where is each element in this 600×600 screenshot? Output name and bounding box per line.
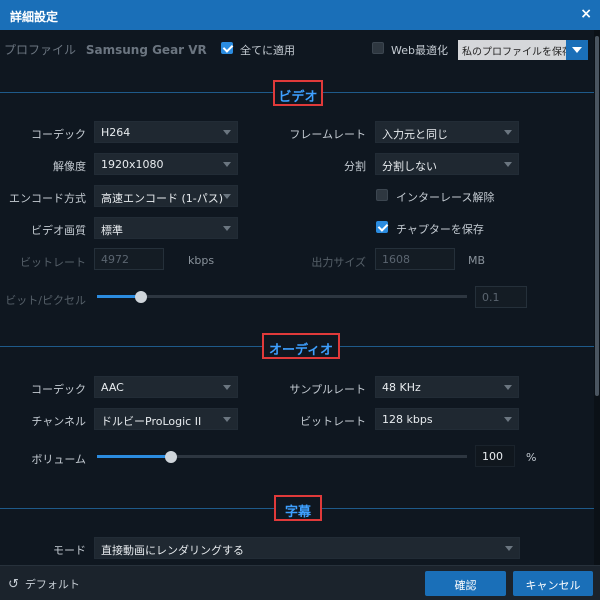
subtitle-mode-dropdown[interactable]: 直接動画にレンダリングする [94,537,520,559]
chevron-down-icon [223,162,231,167]
output-size-label: 出力サイズ [311,256,366,269]
video-section-title: ビデオ [273,80,323,106]
save-chapters-checkbox[interactable] [376,221,388,233]
subtitle-mode-value: 直接動画にレンダリングする [101,544,244,557]
split-dropdown[interactable]: 分割しない [375,153,519,175]
default-button-label: デフォルト [24,578,80,591]
chevron-down-icon [223,417,231,422]
audio-codec-dropdown[interactable]: AAC [94,376,238,398]
title-bar: 詳細設定 × [0,0,600,30]
framerate-value: 入力元と同じ [382,128,448,141]
video-codec-dropdown[interactable]: H264 [94,121,238,143]
encode-method-value: 高速エンコード (1-パス) [101,192,224,205]
encode-method-dropdown[interactable]: 高速エンコード (1-パス) [94,185,238,207]
chevron-down-icon [505,546,513,551]
window-title: 詳細設定 [10,10,59,24]
chevron-down-icon [504,130,512,135]
reset-icon: ↺ [8,577,19,592]
web-optimize-label: Web最適化 [391,44,448,57]
audio-codec-value: AAC [101,381,124,394]
video-quality-value: 標準 [101,224,123,237]
deinterlace-checkbox[interactable] [376,189,388,201]
split-label: 分割 [344,160,366,173]
volume-fill [97,455,171,458]
audio-bitrate-label: ビットレート [300,415,366,428]
default-button[interactable]: ↺ デフォルト [8,576,80,592]
apply-all-label: 全てに適用 [240,44,295,57]
bits-per-pixel-knob[interactable] [135,291,147,303]
bits-per-pixel-label: ビット/ピクセル [5,294,86,307]
bits-per-pixel-track[interactable] [97,295,467,298]
samplerate-dropdown[interactable]: 48 KHz [375,376,519,398]
audio-codec-label: コーデック [31,383,86,396]
subtitle-section-title: 字幕 [274,495,322,521]
chevron-down-icon [504,417,512,422]
encode-method-label: エンコード方式 [9,192,86,205]
web-optimize-checkbox[interactable] [372,42,384,54]
apply-all-checkbox[interactable] [221,42,233,54]
resolution-label: 解像度 [53,160,86,173]
output-size-unit: MB [468,254,486,267]
subtitle-mode-label: モード [53,544,86,557]
chevron-down-icon [223,194,231,199]
video-bitrate-unit: kbps [188,254,215,267]
cancel-button[interactable]: キャンセル [513,571,593,596]
chevron-down-icon [223,385,231,390]
output-size-field[interactable]: 1608 [375,248,455,270]
channel-label: チャンネル [31,415,86,428]
split-value: 分割しない [382,160,437,173]
save-profile-dropdown-button[interactable] [566,40,588,60]
chevron-down-icon [504,162,512,167]
resolution-value: 1920x1080 [101,158,164,171]
video-bitrate-field[interactable]: 4972 [94,248,164,270]
ok-button[interactable]: 確認 [425,571,506,596]
footer-bar: ↺ デフォルト 確認 キャンセル [0,565,600,600]
close-icon[interactable]: × [580,6,592,22]
volume-unit: % [526,451,537,464]
save-chapters-label: チャプターを保存 [396,223,484,236]
deinterlace-label: インターレース解除 [396,191,495,204]
settings-content: プロファイル Samsung Gear VR 全てに適用 Web最適化 ビデオ … [0,30,594,565]
resolution-dropdown[interactable]: 1920x1080 [94,153,238,175]
audio-bitrate-value: 128 kbps [382,413,433,426]
video-codec-value: H264 [101,126,131,139]
framerate-label: フレームレート [289,128,366,141]
audio-bitrate-dropdown[interactable]: 128 kbps [375,408,519,430]
scrollbar-thumb[interactable] [595,36,599,396]
channel-dropdown[interactable]: ドルビーProLogic II [94,408,238,430]
chevron-down-icon [223,226,231,231]
video-bitrate-label: ビットレート [20,256,86,269]
profile-label-group: プロファイル Samsung Gear VR [4,41,207,58]
volume-field[interactable]: 100 [475,445,515,467]
volume-label: ボリューム [31,453,86,466]
bits-per-pixel-field[interactable]: 0.1 [475,286,527,308]
channel-value: ドルビーProLogic II [101,415,202,428]
framerate-dropdown[interactable]: 入力元と同じ [375,121,519,143]
samplerate-label: サンプルレート [289,383,366,396]
profile-label: プロファイル [4,43,77,57]
volume-knob[interactable] [165,451,177,463]
profile-name: Samsung Gear VR [85,43,207,57]
video-codec-label: コーデック [31,128,86,141]
video-quality-dropdown[interactable]: 標準 [94,217,238,239]
video-quality-label: ビデオ画質 [31,224,86,237]
samplerate-value: 48 KHz [382,381,421,394]
chevron-down-icon [504,385,512,390]
audio-section-title: オーディオ [262,333,340,359]
chevron-down-icon [223,130,231,135]
save-profile-select[interactable]: 私のプロファイルを保存 [458,40,566,60]
